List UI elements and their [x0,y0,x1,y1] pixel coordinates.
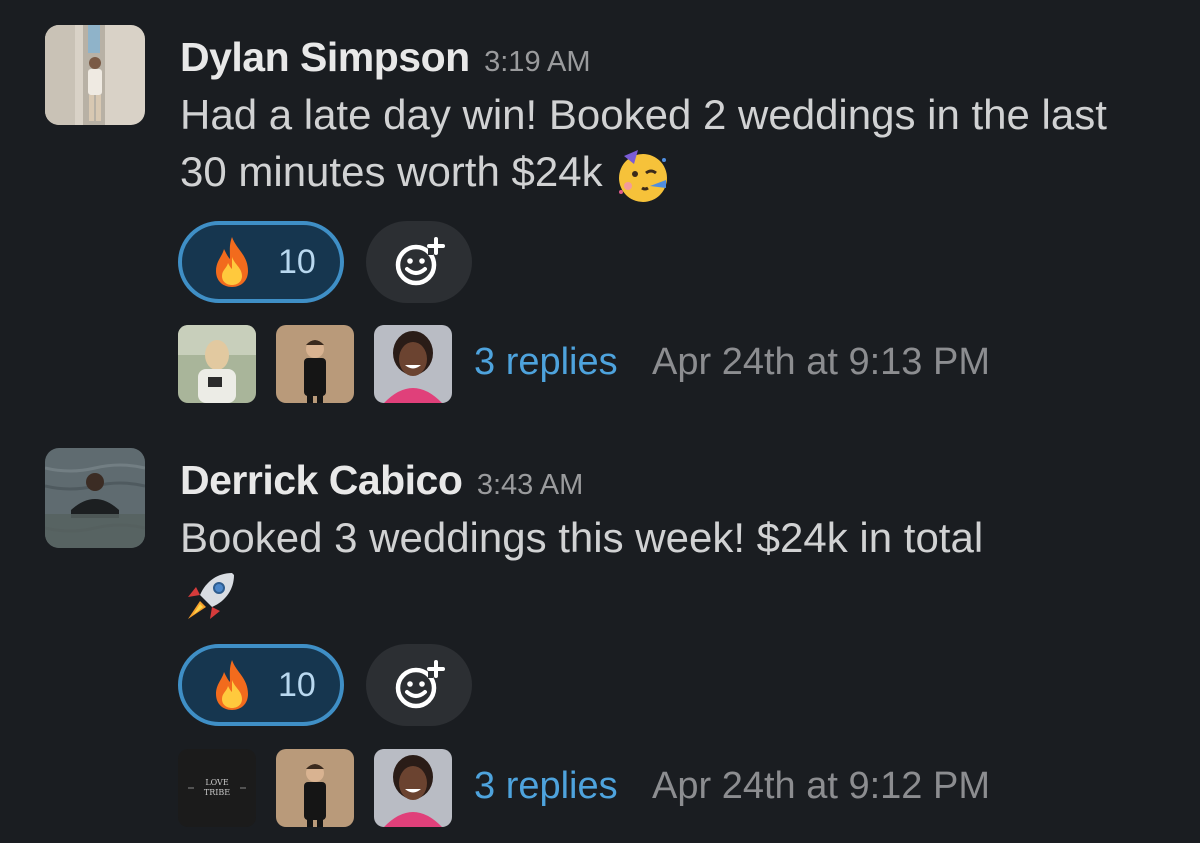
add-reaction-button[interactable] [366,644,472,726]
message-timestamp[interactable]: 3:43 AM [477,469,583,501]
replies-link[interactable]: 3 replies [474,765,618,808]
author-name[interactable]: Derrick Cabico [180,457,463,503]
rocket-icon [180,569,238,627]
avatar[interactable] [45,448,145,548]
add-reaction-icon [395,660,445,709]
message-text: Booked 3 weddings this week! $24k in tot… [180,514,984,561]
thread-summary[interactable]: LOVE TRIBE 3 replies Apr 24th at 9:12 PM [178,749,1178,829]
message-body: Booked 3 weddings this week! $24k in tot… [180,509,1160,627]
svg-text:TRIBE: TRIBE [204,788,230,797]
reply-avatar[interactable] [374,749,452,827]
reply-avatar-logo[interactable]: LOVE TRIBE [178,749,256,827]
reaction-count: 10 [278,665,316,704]
message-derrick-cabico: Derrick Cabico 3:43 AM Booked 3 weddings… [0,0,1200,843]
last-reply-timestamp: Apr 24th at 9:12 PM [652,765,990,807]
fire-icon [216,660,248,710]
reply-avatar[interactable] [276,749,354,827]
fire-reaction-button[interactable]: 10 [178,644,344,726]
svg-text:LOVE: LOVE [205,778,229,787]
